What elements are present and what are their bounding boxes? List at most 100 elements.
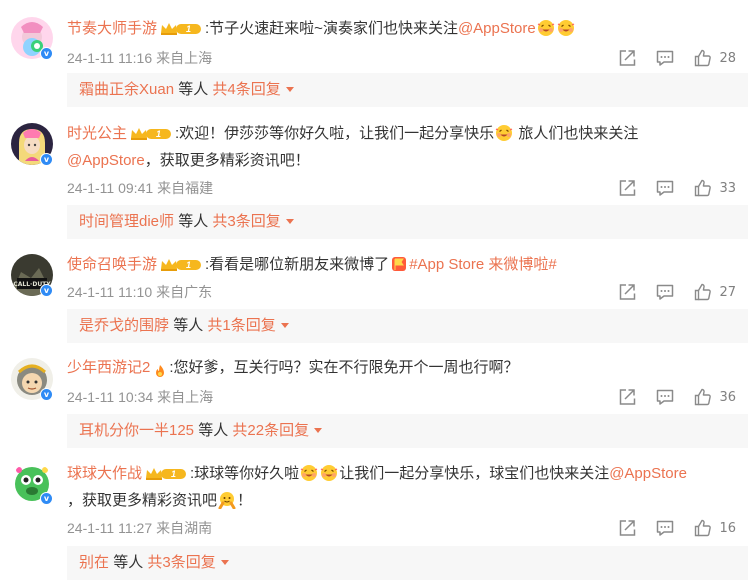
share-button[interactable] — [617, 518, 637, 538]
comment-icon — [655, 178, 675, 198]
comment-location: 来自湖南 — [156, 520, 213, 536]
comment-body: :欢迎！伊莎莎等你好久啦，让我们一起分享快乐 — [175, 125, 495, 142]
reply-user-link[interactable]: 耳机分你一半125 — [79, 422, 194, 439]
comment-actions: 33 — [599, 177, 736, 199]
share-icon — [617, 178, 637, 198]
like-count: 28 — [719, 50, 736, 66]
like-button[interactable]: 27 — [693, 282, 736, 302]
comment-actions: 36 — [599, 386, 736, 408]
reply-count-link[interactable]: 共1条回复 — [207, 317, 275, 334]
reply-button[interactable] — [655, 48, 675, 68]
comment-text: 使命召唤手游 1:看看是哪位新朋友来微博了 #App Store 来微博啦# — [67, 251, 734, 279]
reply-summary[interactable]: 是乔戈的围脖 等人 共1条回复 — [67, 309, 748, 343]
reply-button[interactable] — [655, 282, 675, 302]
reply-summary[interactable]: 时间管理die师 等人 共3条回复 — [67, 205, 748, 239]
fire-badge-icon — [153, 360, 167, 377]
reply-count-link[interactable]: 共3条回复 — [147, 554, 215, 571]
share-icon — [617, 48, 637, 68]
comment-location: 来自上海 — [156, 50, 213, 66]
username-link[interactable]: 球球大作战 — [67, 465, 142, 482]
reply-user-link[interactable]: 时间管理die师 — [79, 213, 174, 230]
comment-body-end: ，获取更多精彩资讯吧！ — [144, 152, 310, 169]
comment-body: :看看是哪位新朋友来微博了 — [205, 256, 390, 273]
comment-date: 24-1-11 11:16 — [67, 50, 153, 66]
verified-v-icon: v — [40, 492, 53, 505]
hands-emoji-icon — [218, 491, 236, 509]
reply-button[interactable] — [655, 387, 675, 407]
comment-body: :球球等你好久啦 — [190, 465, 300, 482]
comment-text: 球球大作战 1:球球等你好久啦 让我们一起分享快乐，球宝们也快来关注@AppStor… — [67, 460, 734, 488]
comment-meta: 24-1-11 11:10 来自广东 — [67, 282, 212, 302]
comment-icon — [655, 282, 675, 302]
username-link[interactable]: 时光公主 — [67, 125, 127, 142]
share-icon — [617, 387, 637, 407]
reply-button[interactable] — [655, 178, 675, 198]
comment-text-line2: ，获取更多精彩资讯吧 ！ — [67, 487, 734, 515]
crown-level-icon: 1 — [130, 126, 174, 141]
reply-count-link[interactable]: 共22条回复 — [232, 422, 309, 439]
topic-link[interactable]: #App Store 来微博啦# — [409, 256, 557, 273]
comment-actions: 27 — [599, 281, 736, 303]
reply-user-link[interactable]: 别在 — [79, 554, 109, 571]
like-button[interactable]: 33 — [693, 178, 736, 198]
reply-summary[interactable]: 耳机分你一半125 等人 共22条回复 — [67, 414, 748, 448]
like-count: 16 — [719, 520, 736, 536]
laugh-emoji-icon — [320, 464, 338, 482]
laugh-emoji-icon — [537, 19, 555, 37]
laugh-emoji-icon — [495, 124, 513, 142]
mention-link[interactable]: @AppStore — [67, 152, 145, 169]
caret-down-icon — [285, 218, 294, 224]
like-button[interactable]: 16 — [693, 518, 736, 538]
like-count: 36 — [719, 389, 736, 405]
like-button[interactable]: 36 — [693, 387, 736, 407]
comment-date: 24-1-11 11:10 — [67, 284, 153, 300]
flag-emoji-icon — [390, 255, 408, 273]
mention-link[interactable]: @AppStore — [458, 20, 536, 37]
comment-icon — [655, 387, 675, 407]
comment-icon — [655, 518, 675, 538]
mention-link[interactable]: @AppStore — [609, 465, 687, 482]
reply-count-link[interactable]: 共4条回复 — [212, 81, 280, 98]
comment-body: :您好爹，互关行吗？实在不行限免开个一周也行啊？ — [169, 359, 519, 376]
comment-icon — [655, 48, 675, 68]
laugh-emoji-icon — [557, 19, 575, 37]
thumbs-up-icon — [693, 282, 713, 302]
comment-location: 来自上海 — [157, 389, 214, 405]
username-link[interactable]: 节奏大师手游 — [67, 20, 157, 37]
username-link[interactable]: 使命召唤手游 — [67, 256, 157, 273]
comment-body-end: ，获取更多精彩资讯吧 — [67, 492, 218, 509]
comment-text: 少年西游记2 :您好爹，互关行吗？实在不行限免开个一周也行啊？ — [67, 354, 734, 382]
caret-down-icon — [280, 322, 289, 328]
caret-down-icon — [285, 86, 294, 92]
crown-level-icon: 1 — [145, 466, 189, 481]
comment-body-tail: ！ — [237, 492, 253, 509]
comment-text: 时光公主 1:欢迎！伊莎莎等你好久啦，让我们一起分享快乐 旅人们也快来关注 — [67, 120, 734, 148]
reply-mid-text: 等人 — [173, 317, 204, 334]
username-link[interactable]: 少年西游记2 — [67, 359, 150, 376]
share-button[interactable] — [617, 282, 637, 302]
comment-body: :节子火速赶来啦~演奏家们也快来关注 — [205, 20, 458, 37]
verified-v-icon: v — [40, 388, 53, 401]
like-button[interactable]: 28 — [693, 48, 736, 68]
reply-mid-text: 等人 — [178, 81, 209, 98]
reply-summary[interactable]: 霜曲正余Xuan 等人 共4条回复 — [67, 73, 748, 107]
reply-count-link[interactable]: 共3条回复 — [212, 213, 280, 230]
share-icon — [617, 282, 637, 302]
share-button[interactable] — [617, 48, 637, 68]
reply-user-link[interactable]: 是乔戈的围脖 — [79, 317, 169, 334]
reply-button[interactable] — [655, 518, 675, 538]
reply-user-link[interactable]: 霜曲正余Xuan — [79, 81, 174, 98]
verified-v-icon: v — [40, 284, 53, 297]
comment-date: 24-1-11 09:41 — [67, 180, 154, 196]
comment-location: 来自福建 — [157, 180, 214, 196]
comment-date: 24-1-11 11:27 — [67, 520, 153, 536]
crown-level-icon: 1 — [160, 257, 204, 272]
comment-body-cont: 旅人们也快来关注 — [518, 125, 639, 142]
verified-v-icon: v — [40, 47, 53, 60]
reply-mid-text: 等人 — [198, 422, 229, 439]
reply-summary[interactable]: 别在 等人 共3条回复 — [67, 546, 748, 580]
comment-meta: 24-1-11 09:41 来自福建 — [67, 178, 213, 198]
share-button[interactable] — [617, 387, 637, 407]
share-button[interactable] — [617, 178, 637, 198]
thumbs-up-icon — [693, 518, 713, 538]
